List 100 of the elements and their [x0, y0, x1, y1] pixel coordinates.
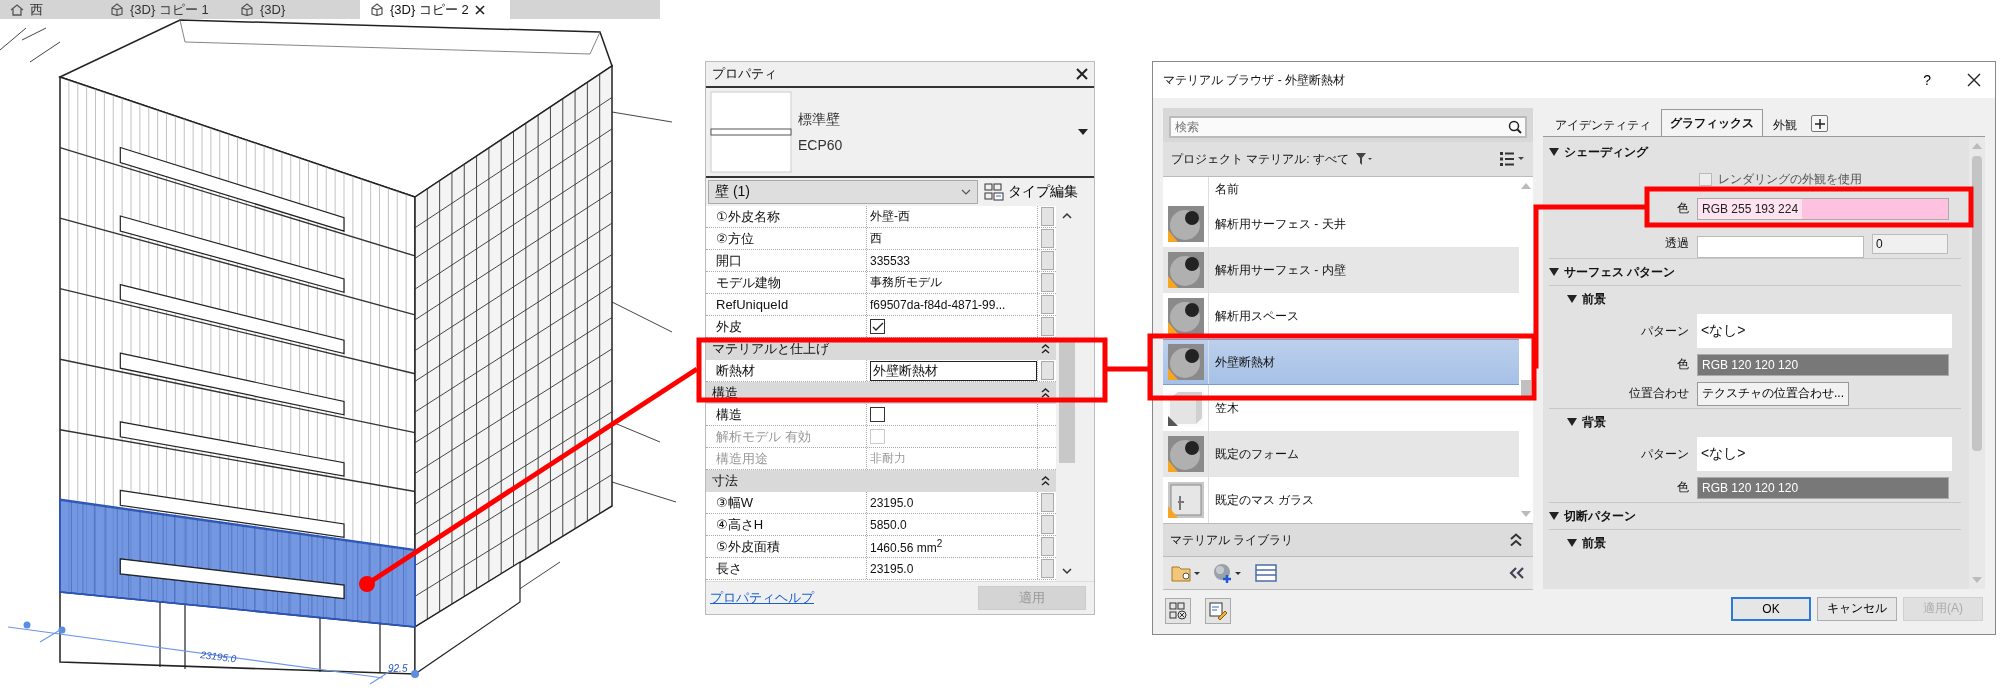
collapse-icon	[1041, 344, 1050, 354]
checkbox[interactable]	[870, 407, 885, 422]
help-link[interactable]: プロパティヘルプ	[710, 589, 814, 607]
triangle-icon	[1549, 148, 1559, 156]
property-label: ④高さH	[715, 515, 765, 534]
double-chevron-left-icon[interactable]	[1509, 566, 1525, 580]
dimension-label: 92.5	[388, 663, 408, 674]
scrollbar-thumb[interactable]	[1059, 341, 1075, 463]
section-header[interactable]: サーフェス パターン	[1549, 259, 1961, 285]
squares-icon	[1168, 601, 1188, 621]
help-button[interactable]: ?	[1923, 72, 1931, 88]
material-row[interactable]: 既定のフォーム	[1163, 431, 1519, 477]
edit-list-icon	[1208, 601, 1228, 621]
view-tab[interactable]: {3D} コピー 1	[100, 0, 230, 19]
type-selector[interactable]: 標準壁 ECP60	[706, 88, 1094, 178]
property-label: ②方位	[715, 229, 755, 248]
field-label: 透過	[1665, 235, 1689, 252]
checkbox-label[interactable]: レンダリングの外観を使用	[1718, 171, 1862, 188]
tab[interactable]: グラフィックス	[1661, 109, 1763, 136]
view-tab[interactable]: 西	[0, 0, 100, 19]
scrollbar-thumb[interactable]	[1521, 380, 1531, 396]
parameter-button[interactable]	[1040, 559, 1054, 578]
section-header[interactable]: シェーディング	[1549, 139, 1961, 165]
material-row[interactable]: 解析用サーフェス - 内壁	[1163, 247, 1519, 293]
property-value: 1460.56 mm$^{2}$	[870, 538, 943, 555]
scroll-up-icon[interactable]	[1062, 212, 1072, 219]
color-swatch[interactable]: RGB 120 120 120	[1697, 353, 1949, 376]
property-value: 外壁-西	[870, 208, 910, 225]
parameter-button[interactable]	[1040, 229, 1054, 248]
property-label: 外皮	[715, 317, 743, 336]
property-value: 335533	[870, 253, 911, 268]
parameter-button[interactable]	[1040, 273, 1054, 292]
tab[interactable]: 外観	[1765, 114, 1805, 136]
edit-type-button[interactable]: タイプ編集	[984, 183, 1078, 201]
triangle-icon	[1567, 295, 1577, 303]
column-header[interactable]: 名前	[1209, 177, 1239, 201]
property-value: 23195.0	[870, 495, 914, 510]
dimension-label: 23195.0	[199, 649, 237, 665]
view-tab[interactable]: {3D}	[230, 0, 360, 19]
checkbox[interactable]	[1699, 173, 1712, 186]
section-header[interactable]: 前景	[1549, 286, 1961, 312]
view-tab[interactable]: {3D} コピー 2	[360, 0, 510, 19]
field-label: 色	[1677, 200, 1689, 217]
scroll-down-icon[interactable]	[1062, 568, 1072, 575]
parameter-button[interactable]	[1040, 361, 1054, 380]
panel-title: プロパティ	[712, 65, 777, 83]
glass-panel-icon	[1167, 482, 1204, 518]
property-label: 開口	[715, 251, 743, 270]
edit-button[interactable]	[1205, 598, 1231, 624]
scrollbar[interactable]	[1969, 137, 1985, 589]
parameter-button[interactable]	[1040, 295, 1054, 314]
filter-icon[interactable]	[1355, 152, 1373, 166]
color-swatch[interactable]: RGB 120 120 120	[1697, 476, 1949, 499]
folder-icon[interactable]	[1171, 563, 1201, 583]
selected-wall[interactable]	[59, 498, 416, 628]
checkbox[interactable]	[870, 319, 885, 334]
parameter-button[interactable]	[1040, 207, 1054, 226]
section-header[interactable]: 背景	[1549, 409, 1961, 435]
parameter-button[interactable]	[1040, 251, 1054, 270]
instance-dropdown[interactable]: 壁 (1)	[708, 180, 978, 204]
caret-icon[interactable]	[1078, 129, 1088, 135]
list-view-icon[interactable]	[1499, 151, 1525, 167]
squares-button[interactable]	[1165, 598, 1191, 624]
type-properties-icon	[984, 183, 1004, 201]
section-header[interactable]: 切断パターン	[1549, 503, 1961, 529]
chevron-icon	[961, 189, 971, 195]
dialog-button[interactable]: キャンセル	[1817, 596, 1897, 621]
scrollbar-thumb[interactable]	[1972, 156, 1982, 451]
close-icon[interactable]	[1076, 68, 1088, 80]
parameter-button[interactable]	[1040, 537, 1054, 556]
slider-field[interactable]	[1697, 235, 1864, 258]
parameter-button[interactable]	[1040, 317, 1054, 336]
dimension-line[interactable]	[7, 621, 419, 685]
pattern-field[interactable]: <なし>	[1697, 437, 1952, 471]
parameter-button[interactable]	[1040, 515, 1054, 534]
box-house-icon	[370, 3, 384, 16]
add-tab-button[interactable]	[1811, 115, 1828, 132]
section-header[interactable]: 前景	[1549, 530, 1961, 556]
field-label: 色	[1677, 356, 1689, 373]
dialog-button[interactable]: OK	[1731, 596, 1811, 621]
tab[interactable]: アイデンティティ	[1547, 114, 1659, 136]
close-icon[interactable]	[1967, 73, 1981, 87]
texture-align-button[interactable]: テクスチャの位置合わせ...	[1697, 381, 1849, 406]
color-swatch[interactable]: RGB 255 193 224	[1697, 197, 1949, 220]
triangle-icon	[1567, 539, 1577, 547]
close-icon[interactable]	[474, 4, 485, 15]
number-field[interactable]: 0	[1872, 233, 1948, 254]
property-label: モデル建物	[715, 273, 782, 292]
search-icon[interactable]	[1508, 120, 1522, 134]
search-field[interactable]: 検索	[1169, 116, 1527, 138]
material-row[interactable]: 外壁断熱材	[1163, 339, 1519, 385]
property-field[interactable]: 外壁断熱材	[870, 360, 1037, 381]
pattern-field[interactable]: <なし>	[1697, 314, 1952, 348]
triangle-icon	[1567, 418, 1577, 426]
panel-icon[interactable]	[1255, 564, 1277, 582]
parameter-button[interactable]	[1040, 493, 1054, 512]
group-header[interactable]: 寸法	[706, 470, 1056, 492]
globe-plus-icon[interactable]	[1213, 563, 1243, 583]
library-bar[interactable]: マテリアル ライブラリ	[1163, 523, 1533, 557]
property-label: 断熱材	[715, 361, 756, 380]
